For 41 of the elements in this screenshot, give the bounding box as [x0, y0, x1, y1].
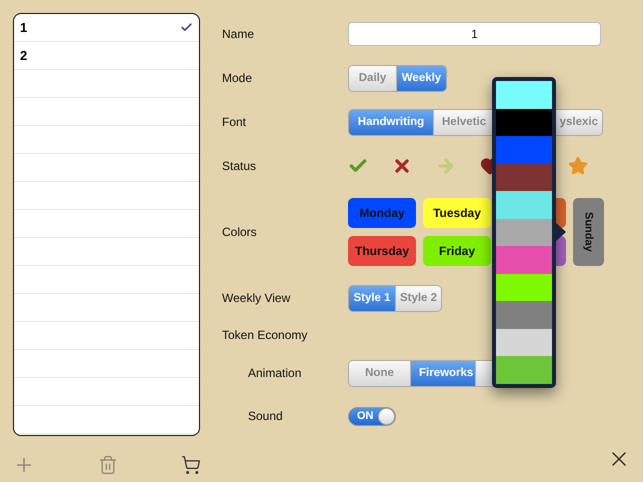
day-color-button[interactable]: Sunday [573, 198, 604, 266]
setting-label: Sound [248, 409, 284, 423]
list-row[interactable]: 1 [14, 14, 199, 42]
color-swatch[interactable] [496, 218, 552, 246]
row-label: 2 [20, 48, 28, 63]
color-swatch[interactable] [496, 274, 552, 301]
day-color-button[interactable]: Tuesday [423, 198, 491, 228]
segment-button[interactable]: Weekly [397, 66, 446, 90]
segment-button[interactable]: Handwriting [349, 110, 434, 134]
row-label: 1 [20, 20, 28, 35]
color-swatch[interactable] [496, 108, 552, 136]
list-row[interactable]: 2 [14, 42, 199, 70]
setting-label: Status [222, 159, 258, 173]
color-swatch[interactable] [496, 328, 552, 356]
name-field[interactable]: 1 [348, 22, 601, 46]
day-color-button[interactable]: Friday [423, 236, 491, 266]
color-swatch[interactable] [496, 191, 552, 218]
color-swatch[interactable] [496, 246, 552, 274]
color-swatch[interactable] [496, 81, 552, 108]
setting-label: Token Economy [222, 328, 308, 342]
color-swatch[interactable] [496, 164, 552, 191]
segment-button[interactable]: Daily [349, 66, 397, 90]
segment-button[interactable]: Style 1 [349, 286, 396, 310]
color-swatch[interactable] [496, 136, 552, 164]
setting-label: Name [222, 27, 256, 41]
setting-label: Colors [222, 225, 258, 239]
setting-label: Weekly View [222, 291, 292, 305]
setting-label: Font [222, 115, 248, 129]
trash-icon[interactable] [98, 454, 118, 474]
color-swatch[interactable] [496, 301, 552, 328]
cart-icon[interactable] [181, 454, 201, 474]
star-icon[interactable] [568, 156, 588, 176]
day-color-button[interactable]: Thursday [348, 236, 416, 266]
sound-toggle[interactable]: ON [348, 406, 396, 426]
setting-label: Animation [248, 366, 302, 380]
segment-button[interactable]: None [349, 360, 411, 386]
day-color-button[interactable]: Monday [348, 198, 416, 228]
segment-button[interactable]: Style 2 [396, 286, 441, 310]
segment-button[interactable]: Fireworks [411, 360, 476, 386]
color-swatch[interactable] [496, 356, 552, 384]
setting-label: Mode [222, 71, 254, 85]
